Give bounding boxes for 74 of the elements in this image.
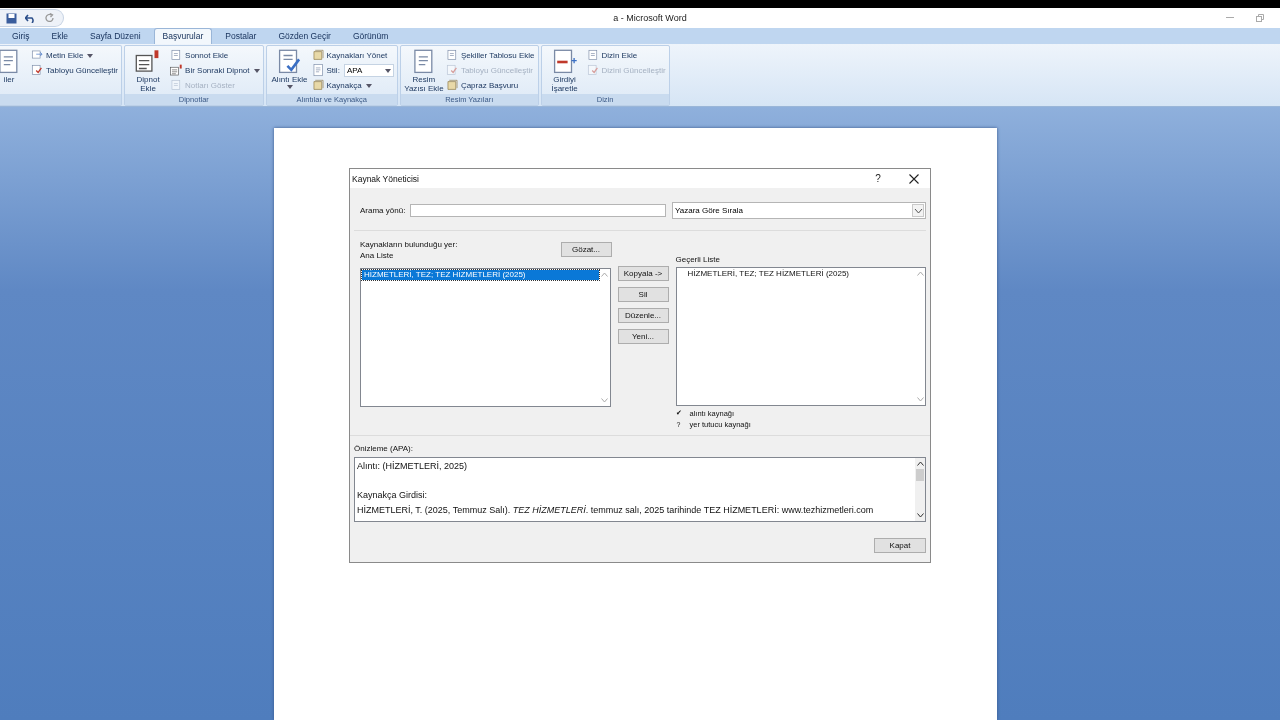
ribbon-tab[interactable]: Gözden Geçir bbox=[269, 28, 340, 44]
help-button[interactable]: ? bbox=[868, 173, 888, 184]
action-button[interactable]: Sil bbox=[617, 287, 669, 302]
document-icon bbox=[311, 64, 325, 77]
ribbon-button[interactable]: iler bbox=[0, 48, 29, 94]
mark-entry-icon bbox=[551, 49, 578, 75]
ribbon-button[interactable]: Dipnot Ekle bbox=[128, 48, 169, 94]
undo-icon[interactable] bbox=[25, 13, 37, 23]
scroll-up-icon[interactable] bbox=[916, 461, 924, 466]
ribbon-button[interactable]: Tabloyu Güncelleştir bbox=[31, 64, 119, 77]
document-check-icon bbox=[445, 64, 459, 77]
ribbon-button[interactable]: Şekiller Tablosu Ekle bbox=[445, 49, 535, 62]
preview-text: Alıntı: (HİZMETLERİ, 2025) bbox=[357, 460, 468, 473]
note-icon bbox=[445, 49, 459, 62]
book-icon bbox=[311, 79, 325, 92]
browse-button[interactable]: Gözat... bbox=[560, 242, 612, 257]
footnote-icon bbox=[170, 64, 184, 77]
book-icon bbox=[311, 49, 325, 62]
ribbon-button[interactable]: Kaynakça bbox=[311, 79, 394, 92]
ribbon-tab[interactable]: Görünüm bbox=[343, 28, 398, 44]
ribbon-button[interactable]: Bir Sonraki Dipnot bbox=[170, 64, 260, 77]
list-item[interactable]: HİZMETLERİ, TEZ; TEZ HİZMETLERİ (2025) bbox=[677, 269, 914, 279]
chevron-down-icon bbox=[913, 207, 923, 214]
list-label: Ana Liste bbox=[360, 251, 395, 260]
close-dialog-button[interactable]: Kapat bbox=[874, 538, 926, 553]
ribbon-button[interactable]: Metin Ekle bbox=[31, 49, 119, 62]
action-button[interactable]: Düzenle... bbox=[617, 308, 669, 323]
ribbon-button[interactable]: Çapraz Başvuru bbox=[445, 79, 535, 92]
ribbon-button[interactable]: Sonnot Ekle bbox=[170, 49, 260, 62]
style-label: Stil: bbox=[326, 66, 340, 75]
style-dropdown[interactable]: APA bbox=[343, 64, 394, 77]
redo-icon[interactable] bbox=[45, 13, 55, 23]
field-label: Kaynakların bulunduğu yer: bbox=[360, 240, 458, 249]
ribbon-tab[interactable]: Ekle bbox=[42, 28, 78, 44]
dialog-title: Kaynak Yöneticisi bbox=[352, 173, 420, 184]
ribbon-button[interactable]: Kaynakları Yönet bbox=[311, 49, 394, 62]
save-icon[interactable] bbox=[6, 12, 17, 24]
preview-text: HİZMETLERİ, T. (2025, Temmuz Salı). TEZ HİZMETLERİ. temmuz salı, 2025 tarihinde TEZ HİZMETLERİ: www.tezhizmetleri.com bbox=[357, 503, 874, 517]
ribbon-button[interactable]: Alıntı Ekle bbox=[269, 48, 310, 94]
caret-icon bbox=[286, 85, 293, 89]
caret-icon bbox=[253, 68, 260, 73]
scroll-down-icon[interactable] bbox=[916, 513, 924, 518]
scroll-thumb[interactable] bbox=[916, 469, 924, 481]
caret-icon bbox=[365, 83, 372, 88]
window-title: a - Microsoft Word bbox=[613, 13, 687, 23]
list-label: Geçerli Liste bbox=[675, 255, 721, 264]
caret-icon bbox=[384, 68, 391, 73]
preview-text: Kaynakça Girdisi: bbox=[357, 489, 428, 502]
field-label: Arama yönü: bbox=[360, 206, 407, 215]
scrollbar[interactable] bbox=[915, 458, 925, 521]
action-button[interactable]: Yeni... bbox=[617, 329, 669, 344]
restore-icon[interactable] bbox=[1256, 14, 1264, 22]
minimize-icon[interactable] bbox=[1226, 17, 1234, 19]
document-check-icon bbox=[586, 64, 600, 77]
ribbon-tab[interactable]: Postalar bbox=[216, 28, 266, 44]
list-item[interactable]: HİZMETLERİ, TEZ; TEZ HİZMETLERİ (2025) bbox=[362, 270, 599, 280]
ribbon-button[interactable]: Dizin Ekle bbox=[586, 49, 666, 62]
ribbon-button[interactable]: Girdiyi İşaretle bbox=[544, 48, 585, 94]
citation-icon bbox=[276, 49, 303, 75]
ribbon-tab[interactable]: Giriş bbox=[3, 28, 39, 44]
field-label: Önizleme (APA): bbox=[354, 444, 414, 453]
ribbon-button[interactable]: Resim Yazısı Ekle bbox=[403, 48, 444, 94]
document-check-icon bbox=[31, 64, 44, 77]
search-field[interactable] bbox=[410, 204, 666, 217]
action-button[interactable]: Kopyala -> bbox=[617, 266, 669, 281]
book-icon bbox=[445, 79, 459, 92]
ribbon-tab[interactable]: Sayfa Düzeni bbox=[81, 28, 150, 44]
close-icon[interactable] bbox=[909, 173, 919, 184]
source-list[interactable]: HİZMETLERİ, TEZ; TEZ HİZMETLERİ (2025) bbox=[675, 267, 926, 406]
sort-dropdown[interactable]: Yazara Göre Sırala bbox=[672, 202, 926, 219]
ribbon-tab[interactable]: Başvurular bbox=[153, 28, 213, 44]
caret-icon bbox=[87, 53, 94, 58]
source-list[interactable]: HİZMETLERİ, TEZ; TEZ HİZMETLERİ (2025) bbox=[360, 268, 611, 407]
note-icon bbox=[586, 49, 600, 62]
